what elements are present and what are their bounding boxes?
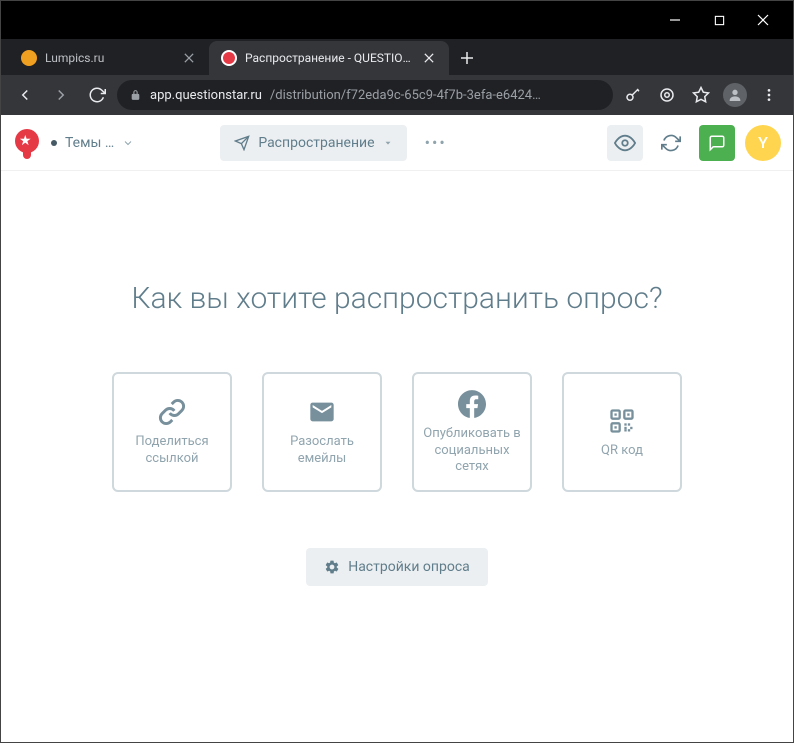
user-initial: Y	[758, 133, 768, 152]
user-avatar[interactable]: Y	[745, 125, 781, 161]
forward-button[interactable]	[45, 79, 77, 111]
tab-close-icon[interactable]	[421, 50, 437, 66]
browser-window: Lumpics.ru Распространение - QUESTIONS	[0, 0, 794, 743]
menu-button[interactable]	[753, 79, 785, 111]
chevron-down-icon	[122, 137, 134, 149]
tab-bar: Lumpics.ru Распространение - QUESTIONS	[1, 39, 793, 75]
card-label: Опубликовать в социальных сетях	[422, 426, 522, 477]
url-domain: app.questionstar.ru	[150, 88, 262, 103]
send-emails-card[interactable]: Разослать емейлы	[262, 372, 382, 492]
gear-icon	[324, 559, 340, 575]
tab-title: Распространение - QUESTIONS	[245, 51, 413, 65]
lock-icon	[129, 89, 142, 102]
maximize-button[interactable]	[697, 5, 741, 35]
page-heading: Как вы хотите распространить опрос?	[131, 281, 662, 316]
favicon-icon	[21, 50, 37, 66]
favicon-icon	[221, 50, 237, 66]
paper-plane-icon	[234, 135, 250, 151]
caret-down-icon	[383, 138, 393, 148]
tab-close-icon[interactable]	[181, 50, 197, 66]
survey-settings-button[interactable]: Настройки опроса	[306, 548, 488, 586]
social-share-card[interactable]: Опубликовать в социальных сетях	[412, 372, 532, 492]
url-field[interactable]: app.questionstar.ru /distribution/f72eda…	[117, 80, 613, 110]
distribute-button[interactable]: Распространение	[220, 125, 406, 161]
url-path: /distribution/f72eda9c-65c9-4f7b-3efa-e6…	[270, 88, 541, 103]
preview-button[interactable]	[607, 125, 643, 161]
share-link-card[interactable]: Поделиться ссылкой	[112, 372, 232, 492]
qr-code-card[interactable]: QR код	[562, 372, 682, 492]
back-button[interactable]	[9, 79, 41, 111]
more-options-button[interactable]: •••	[417, 133, 455, 152]
profile-button[interactable]	[719, 79, 751, 111]
feedback-button[interactable]	[699, 125, 735, 161]
qr-icon	[606, 405, 638, 437]
mail-icon	[306, 396, 338, 428]
reload-button[interactable]	[81, 79, 113, 111]
bookmark-star-icon[interactable]	[685, 79, 717, 111]
window-titlebar	[1, 1, 793, 39]
link-icon	[156, 396, 188, 428]
breadcrumb[interactable]: Темы …	[51, 135, 134, 151]
card-label: QR код	[601, 443, 643, 460]
extensions-icon[interactable]	[651, 79, 683, 111]
tab-lumpics[interactable]: Lumpics.ru	[9, 41, 209, 75]
minimize-button[interactable]	[653, 5, 697, 35]
close-button[interactable]	[741, 5, 785, 35]
key-icon[interactable]	[617, 79, 649, 111]
tab-title: Lumpics.ru	[45, 51, 173, 65]
app-toolbar: ★ Темы … Распространение •••	[1, 115, 793, 171]
themes-label: Темы …	[65, 135, 114, 151]
breadcrumb-dot-icon	[51, 140, 57, 146]
avatar-icon	[723, 83, 747, 107]
card-label: Поделиться ссылкой	[122, 434, 222, 468]
distribute-label: Распространение	[258, 135, 374, 151]
new-tab-button[interactable]	[453, 44, 481, 72]
sync-button[interactable]	[653, 125, 689, 161]
settings-label: Настройки опроса	[348, 559, 470, 575]
page-content: ★ Темы … Распространение •••	[1, 115, 793, 742]
distribution-page: Как вы хотите распространить опрос? Поде…	[1, 171, 793, 742]
app-logo[interactable]: ★	[13, 129, 41, 157]
facebook-icon	[456, 388, 488, 420]
address-bar: app.questionstar.ru /distribution/f72eda…	[1, 75, 793, 115]
distribution-options: Поделиться ссылкой Разослать емейлы Опуб…	[112, 372, 682, 492]
card-label: Разослать емейлы	[272, 434, 372, 468]
tab-questionstar[interactable]: Распространение - QUESTIONS	[209, 41, 449, 75]
